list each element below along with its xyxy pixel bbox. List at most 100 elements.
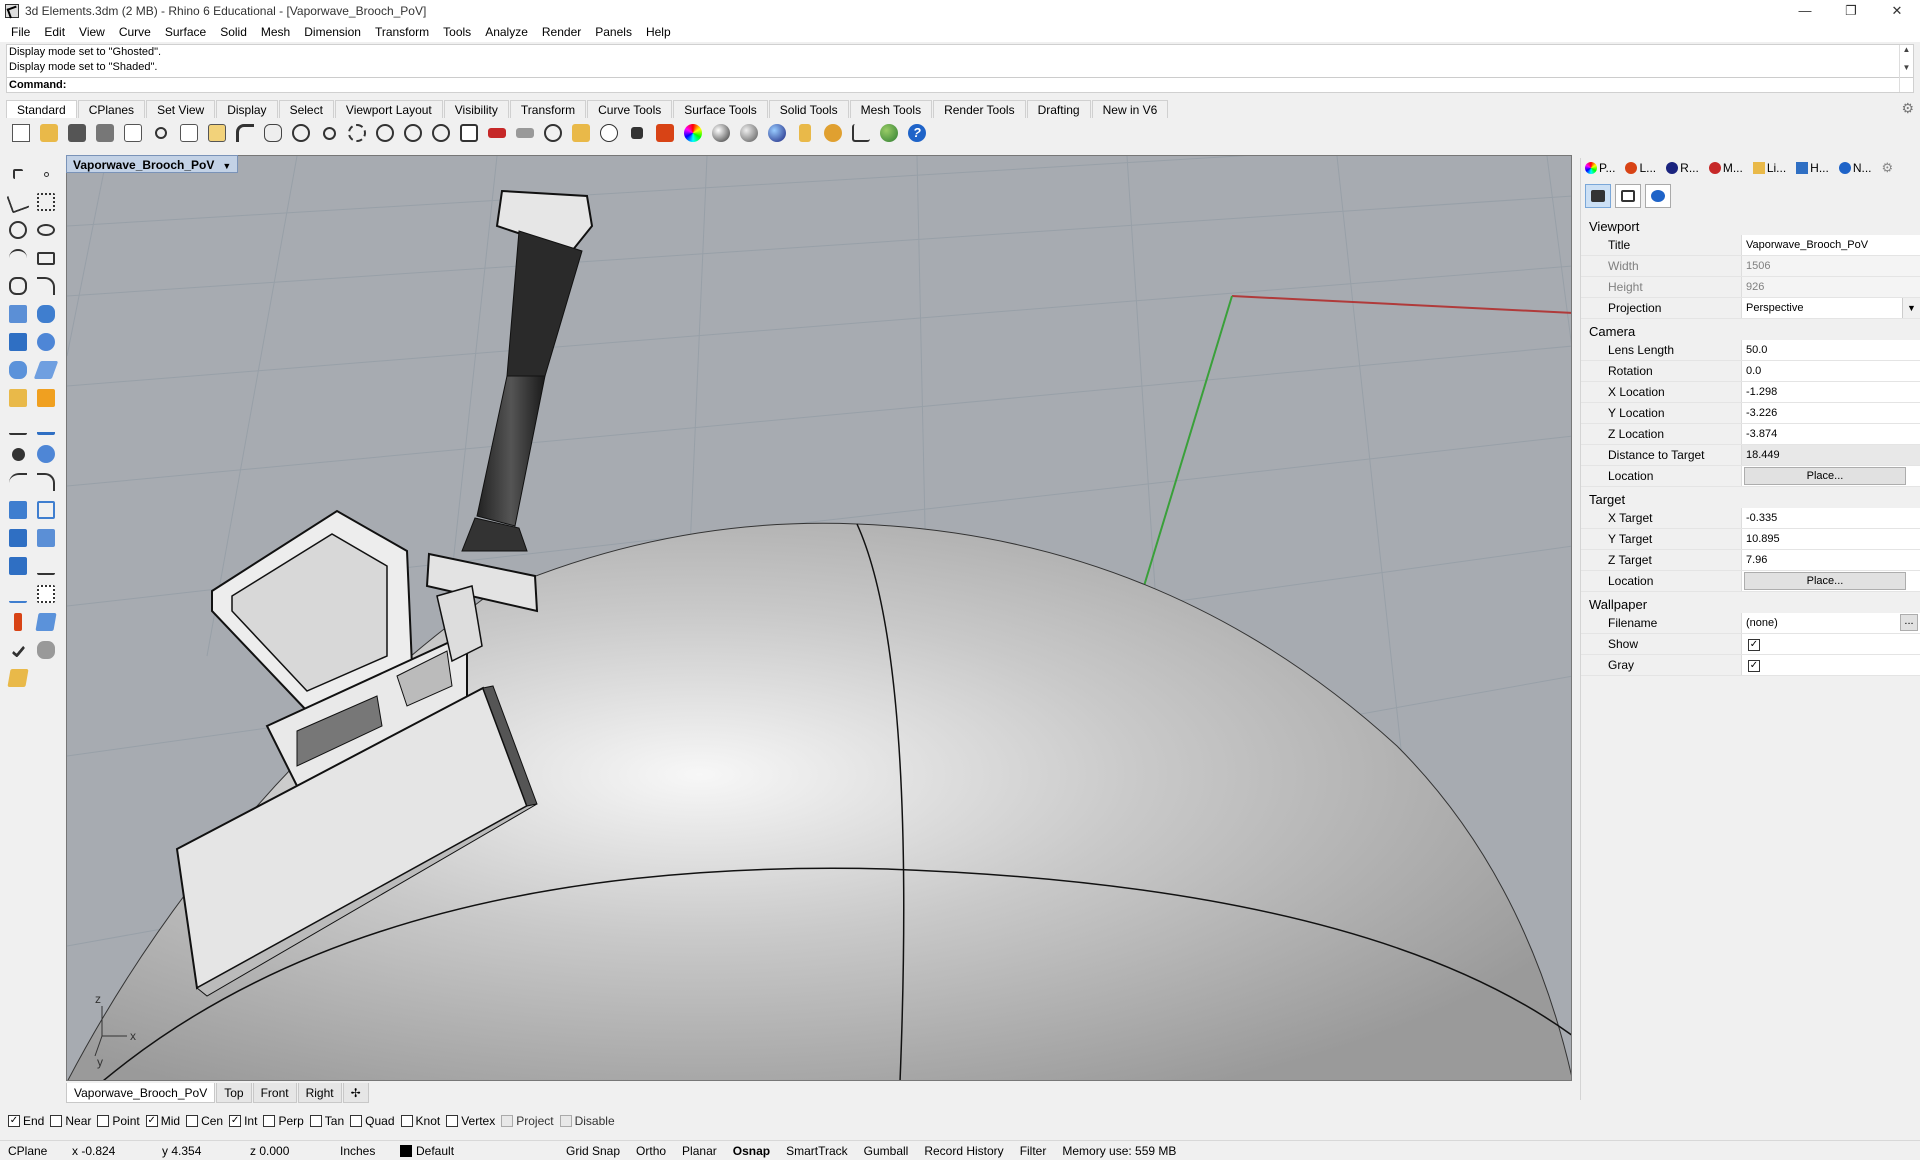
options-gear-icon[interactable]: [820, 120, 846, 146]
help-icon[interactable]: ?: [904, 120, 930, 146]
ellipse-icon[interactable]: [32, 216, 60, 244]
filter-toggle[interactable]: Filter: [1012, 1141, 1055, 1160]
ortho-toggle[interactable]: Ortho: [628, 1141, 674, 1160]
save-icon[interactable]: [64, 120, 90, 146]
point-icon[interactable]: [32, 160, 60, 188]
camera-icon[interactable]: [1585, 184, 1611, 208]
zoom-icon[interactable]: [316, 120, 342, 146]
offset-icon[interactable]: [4, 468, 32, 496]
lights-icon[interactable]: [4, 384, 32, 412]
tab-new-in-v6[interactable]: New in V6: [1091, 100, 1169, 118]
osnap-knot[interactable]: Knot: [400, 1114, 440, 1128]
minimize-button[interactable]: —: [1782, 0, 1828, 22]
menu-dimension[interactable]: Dimension: [297, 22, 368, 42]
tab-visibility[interactable]: Visibility: [443, 100, 509, 118]
paste-icon[interactable]: [204, 120, 230, 146]
open-file-icon[interactable]: [36, 120, 62, 146]
move-icon[interactable]: [4, 496, 32, 524]
cplane-indicator[interactable]: CPlane: [0, 1141, 64, 1160]
rotate-view-icon[interactable]: [288, 120, 314, 146]
dimension-icon[interactable]: [848, 120, 874, 146]
layer-indicator[interactable]: Default: [392, 1141, 558, 1160]
title-field[interactable]: Vaporwave_Brooch_PoV: [1741, 235, 1920, 255]
show-checkbox[interactable]: ✓: [1748, 639, 1760, 651]
y-target-field[interactable]: 10.895: [1741, 529, 1920, 549]
car-icon[interactable]: [484, 120, 510, 146]
osnap-point[interactable]: Point: [97, 1114, 140, 1128]
viewport-tab-front[interactable]: Front: [252, 1083, 297, 1103]
copy-icon[interactable]: [176, 120, 202, 146]
viewport-tab-vaporwave[interactable]: Vaporwave_Brooch_PoV: [66, 1083, 216, 1103]
tab-transform[interactable]: Transform: [509, 100, 587, 118]
box-icon[interactable]: [4, 328, 32, 356]
new-file-icon[interactable]: [8, 120, 34, 146]
gray-checkbox[interactable]: ✓: [1748, 660, 1760, 672]
wireframe-icon[interactable]: [512, 120, 538, 146]
point-icon[interactable]: [540, 120, 566, 146]
osnap-cen[interactable]: Cen: [186, 1114, 223, 1128]
osnap-perp-checkbox[interactable]: [263, 1115, 276, 1127]
four-viewports-icon[interactable]: [456, 120, 482, 146]
render-tool-icon[interactable]: [4, 608, 32, 636]
tab-cplanes[interactable]: CPlanes: [77, 100, 146, 118]
scale-icon[interactable]: [32, 496, 60, 524]
command-prompt[interactable]: Command:: [7, 77, 1913, 92]
osnap-tan-checkbox[interactable]: [309, 1115, 322, 1127]
chevron-down-icon[interactable]: ▼: [222, 157, 231, 175]
menu-transform[interactable]: Transform: [368, 22, 436, 42]
tab-curve-tools[interactable]: Curve Tools: [587, 100, 673, 118]
osnap-tan[interactable]: Tan: [309, 1114, 344, 1128]
globe-icon[interactable]: [876, 120, 902, 146]
zoom-extents-icon[interactable]: [372, 120, 398, 146]
shaded-sphere-icon[interactable]: [708, 120, 734, 146]
render-icon[interactable]: [764, 120, 790, 146]
blend-icon[interactable]: [32, 468, 60, 496]
viewport-title[interactable]: Vaporwave_Brooch_PoV ▼: [66, 155, 239, 175]
array-icon[interactable]: [4, 524, 32, 552]
polygon-icon[interactable]: [4, 272, 32, 300]
osnap-near[interactable]: Near: [50, 1114, 91, 1128]
osnap-knot-checkbox[interactable]: [400, 1115, 413, 1127]
panel-tab-libraries[interactable]: Li...: [1752, 161, 1786, 175]
check-icon[interactable]: [4, 636, 32, 664]
select-icon[interactable]: [568, 120, 594, 146]
text-object-icon[interactable]: [4, 300, 32, 328]
osnap-quad-checkbox[interactable]: [350, 1115, 363, 1127]
panel-tab-help[interactable]: H...: [1796, 161, 1829, 175]
tab-mesh-tools[interactable]: Mesh Tools: [849, 100, 933, 118]
osnap-perp[interactable]: Perp: [263, 1114, 304, 1128]
tab-display[interactable]: Display: [216, 100, 278, 118]
filter-icon[interactable]: [792, 120, 818, 146]
menu-render[interactable]: Render: [535, 22, 588, 42]
boolean-icon[interactable]: [32, 440, 60, 468]
undo-view-icon[interactable]: [428, 120, 454, 146]
explode-icon[interactable]: [32, 384, 60, 412]
osnap-end[interactable]: ✓ End: [8, 1114, 44, 1128]
chevron-down-icon[interactable]: ▼: [1902, 298, 1920, 318]
panel-tab-materials[interactable]: M...: [1708, 161, 1743, 175]
menu-view[interactable]: View: [72, 22, 112, 42]
tab-select[interactable]: Select: [278, 100, 334, 118]
close-button[interactable]: ✕: [1874, 0, 1920, 22]
osnap-end-checkbox[interactable]: ✓: [8, 1115, 20, 1127]
zoom-window-icon[interactable]: [344, 120, 370, 146]
osnap-toggle[interactable]: Osnap: [725, 1141, 778, 1160]
restore-button[interactable]: ❐: [1828, 0, 1874, 22]
gumball-toggle[interactable]: Gumball: [856, 1141, 917, 1160]
smarttrack-toggle[interactable]: SmartTrack: [778, 1141, 856, 1160]
surface-icon[interactable]: [32, 300, 60, 328]
menu-file[interactable]: File: [4, 22, 37, 42]
perspective-viewport[interactable]: z x y: [66, 155, 1572, 1081]
viewport-tab-right[interactable]: Right: [297, 1083, 342, 1103]
panel-settings-gear-icon[interactable]: ⚙: [1882, 160, 1894, 176]
surface-analysis-icon[interactable]: [32, 636, 60, 664]
tab-viewport-layout[interactable]: Viewport Layout: [334, 100, 443, 118]
units-indicator[interactable]: Inches: [332, 1141, 392, 1160]
arc-icon[interactable]: [4, 244, 32, 272]
solid-edit-icon[interactable]: [4, 552, 32, 580]
tab-render-tools[interactable]: Render Tools: [933, 100, 1026, 118]
tab-standard[interactable]: Standard: [6, 100, 77, 118]
rectangle-icon[interactable]: [32, 244, 60, 272]
print-icon[interactable]: [92, 120, 118, 146]
osnap-vertex-checkbox[interactable]: [446, 1115, 459, 1127]
